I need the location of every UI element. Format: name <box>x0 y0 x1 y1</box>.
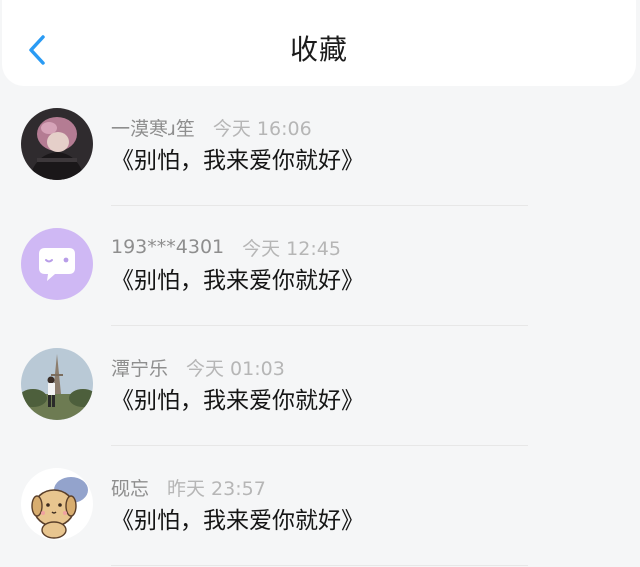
avatar-image <box>21 468 93 540</box>
favorite-content[interactable]: 《别怕，我来爱你就好》 <box>111 264 364 298</box>
favorite-content[interactable]: 《别怕，我来爱你就好》 <box>111 384 364 418</box>
favorites-list: 一漠寒ɹ笙 今天 16:06 《别怕，我来爱你就好》 193***4301 今天… <box>0 86 640 567</box>
favorite-content[interactable]: 《别怕，我来爱你就好》 <box>111 504 364 538</box>
timestamp: 昨天 23:57 <box>167 477 266 500</box>
timestamp: 今天 01:03 <box>186 357 285 380</box>
favorite-item[interactable]: 砚忘 昨天 23:57 《别怕，我来爱你就好》 <box>0 446 640 566</box>
timestamp: 今天 16:06 <box>212 117 312 140</box>
avatar-image <box>21 348 93 420</box>
top-nav-bar: 收藏 <box>2 0 636 86</box>
user-name[interactable]: 砚忘 <box>111 474 149 501</box>
user-name[interactable]: 潭宁乐 <box>111 354 168 381</box>
avatar-image <box>21 108 93 180</box>
user-name[interactable]: 一漠寒ɹ笙 <box>111 114 195 141</box>
avatar[interactable] <box>21 468 93 540</box>
timestamp: 今天 12:45 <box>242 237 341 260</box>
avatar[interactable] <box>21 108 93 180</box>
favorite-item[interactable]: 一漠寒ɹ笙 今天 16:06 《别怕，我来爱你就好》 <box>0 86 640 206</box>
page-title: 收藏 <box>289 33 348 66</box>
default-avatar-icon <box>21 228 93 300</box>
favorite-content[interactable]: 《别怕，我来爱你就好》 <box>111 144 364 178</box>
avatar[interactable] <box>21 228 93 300</box>
avatar[interactable] <box>21 348 93 420</box>
divider <box>111 565 528 566</box>
user-name[interactable]: 193***4301 <box>111 236 224 258</box>
favorite-item[interactable]: 潭宁乐 今天 01:03 《别怕，我来爱你就好》 <box>0 326 640 446</box>
favorite-item[interactable]: 193***4301 今天 12:45 《别怕，我来爱你就好》 <box>0 206 640 326</box>
